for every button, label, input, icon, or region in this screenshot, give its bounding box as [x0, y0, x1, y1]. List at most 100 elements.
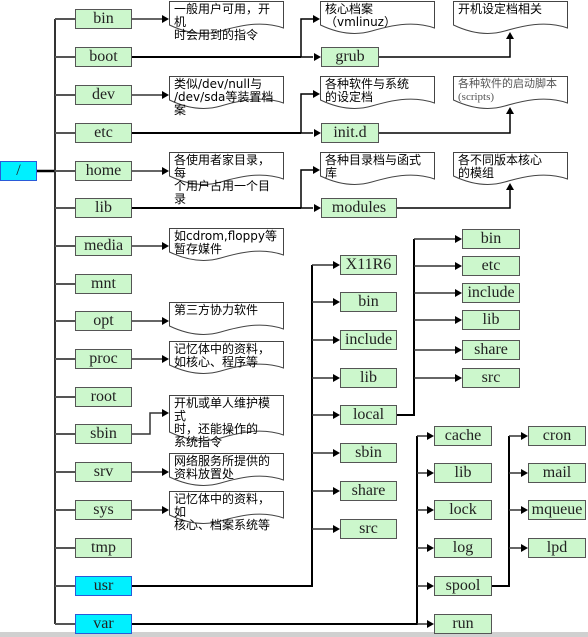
note-text: 开机或单人维护模式 时，还能操作的 系统指令 — [174, 396, 271, 449]
arrow-right-icon — [162, 355, 169, 363]
arrow-right-icon — [521, 544, 528, 552]
folder-bin[interactable]: bin — [75, 9, 132, 29]
note-text: 各种目录档与函式库 — [325, 153, 422, 180]
arrow-right-icon — [455, 262, 462, 270]
var-folder-lib[interactable]: lib — [434, 463, 492, 483]
arrow-right-icon — [455, 346, 462, 354]
arrow-right-icon — [162, 15, 169, 23]
connector — [300, 18, 313, 57]
arrow-right-icon — [427, 544, 434, 552]
folder-var[interactable]: var — [75, 614, 132, 634]
arrow-right-icon — [427, 620, 434, 628]
arrow-right-icon — [314, 204, 321, 212]
arrow-right-icon — [313, 166, 320, 174]
note-text: 网络服务所提供的 资料放置处 — [174, 454, 271, 481]
note-text: 类似/dev/null与 /dev/sda等装置档案 — [174, 77, 274, 117]
note-sbin: 开机或单人维护模式 时，还能操作的 系统指令 — [169, 395, 284, 449]
arrow-right-icon — [455, 289, 462, 297]
arrow-right-icon — [333, 298, 340, 306]
folder-modules[interactable]: modules — [321, 198, 397, 218]
folder-tmp[interactable]: tmp — [75, 538, 132, 558]
connector — [300, 169, 313, 208]
note-text: 各使用者家目录，每 个用户占用一个目录 — [174, 153, 271, 206]
arrow-right-icon — [162, 317, 169, 325]
local-folder-lib[interactable]: lib — [462, 310, 520, 330]
usr-folder-bin[interactable]: bin — [340, 292, 397, 312]
arrow-right-icon — [521, 432, 528, 440]
connector — [397, 239, 415, 416]
folder-sys[interactable]: sys — [75, 500, 132, 520]
note-text: 开机设定档相关 — [458, 2, 543, 16]
connector — [397, 190, 511, 209]
usr-folder-local[interactable]: local — [340, 405, 397, 425]
arrow-right-icon — [313, 15, 320, 23]
local-folder-src[interactable]: src — [462, 368, 520, 388]
folder-init-d[interactable]: init.d — [321, 123, 379, 143]
local-folder-include[interactable]: include — [462, 283, 520, 303]
note-text: 各不同版本核心 的模组 — [458, 153, 543, 180]
arrow-right-icon — [427, 469, 434, 477]
spool-folder-mail[interactable]: mail — [528, 463, 586, 483]
usr-folder-X11R6[interactable]: X11R6 — [340, 255, 397, 275]
arrow-right-icon — [333, 261, 340, 269]
spool-folder-cron[interactable]: cron — [528, 426, 586, 446]
folder-mnt[interactable]: mnt — [75, 274, 132, 294]
arrow-right-icon — [162, 91, 169, 99]
folder-dev[interactable]: dev — [75, 85, 132, 105]
var-folder-lock[interactable]: lock — [434, 500, 492, 520]
spool-folder-mqueue[interactable]: mqueue — [528, 500, 586, 520]
note-folder-modules-parent: 各种目录档与函式库 — [320, 152, 435, 185]
root-folder[interactable]: / — [0, 161, 37, 181]
usr-folder-include[interactable]: include — [340, 330, 397, 350]
arrow-right-icon — [427, 432, 434, 440]
folder-opt[interactable]: opt — [75, 311, 132, 331]
folder-usr[interactable]: usr — [75, 576, 132, 596]
folder-srv[interactable]: srv — [75, 462, 132, 482]
arrow-right-icon — [162, 409, 169, 417]
folder-root[interactable]: root — [75, 387, 132, 407]
connector — [132, 412, 162, 435]
arrow-right-icon — [333, 525, 340, 533]
spool-folder-lpd[interactable]: lpd — [528, 538, 586, 558]
arrow-right-icon — [314, 53, 321, 61]
folder-sbin[interactable]: sbin — [75, 424, 132, 444]
folder-home[interactable]: home — [75, 161, 132, 181]
local-folder-share[interactable]: share — [462, 340, 520, 360]
local-folder-bin[interactable]: bin — [462, 229, 520, 249]
usr-folder-share[interactable]: share — [340, 481, 397, 501]
note-folder-init-d-parent: 各种软件与系统 的设定档 — [320, 76, 435, 109]
note-text: 如cdrom,floppy等 暂存媒件 — [174, 229, 277, 256]
folder-boot[interactable]: boot — [75, 47, 132, 67]
folder-lib[interactable]: lib — [75, 198, 132, 218]
arrow-right-icon — [313, 90, 320, 98]
note-text: 第三方协力软件 — [174, 303, 259, 317]
note-sys: 记忆体中的资料，如 核心、档案系统等 — [169, 491, 284, 532]
folder-etc[interactable]: etc — [75, 123, 132, 143]
connector — [379, 39, 511, 58]
folder-proc[interactable]: proc — [75, 349, 132, 369]
usr-folder-src[interactable]: src — [340, 519, 397, 539]
note-folder-grub: 开机设定档相关 — [453, 1, 568, 34]
usr-folder-sbin[interactable]: sbin — [340, 443, 397, 463]
arrow-right-icon — [521, 506, 528, 514]
note-media: 如cdrom,floppy等 暂存媒件 — [169, 228, 284, 261]
folder-grub[interactable]: grub — [321, 47, 379, 67]
note-text: 各种软件与系统 的设定档 — [325, 77, 410, 104]
arrow-right-icon — [162, 167, 169, 175]
arrow-right-icon — [162, 242, 169, 250]
note-text: 一般用户可用，开机 时会用到的指令 — [174, 2, 271, 42]
note-text: 记忆体中的资料，如 核心、档案系统等 — [174, 492, 271, 532]
note-folder-modules: 各不同版本核心 的模组 — [453, 152, 568, 185]
var-folder-spool[interactable]: spool — [434, 576, 492, 596]
arrow-right-icon — [162, 468, 169, 476]
note-opt: 第三方协力软件 — [169, 302, 284, 335]
local-folder-etc[interactable]: etc — [462, 256, 520, 276]
connector — [379, 114, 511, 134]
usr-folder-lib[interactable]: lib — [340, 368, 397, 388]
note-home: 各使用者家目录，每 个用户占用一个目录 — [169, 152, 284, 206]
folder-media[interactable]: media — [75, 236, 132, 256]
var-folder-cache[interactable]: cache — [434, 426, 492, 446]
note-text: 各种软件的启动脚本 (scripts) — [458, 78, 557, 103]
var-folder-log[interactable]: log — [434, 538, 492, 558]
var-folder-run[interactable]: run — [434, 614, 492, 634]
